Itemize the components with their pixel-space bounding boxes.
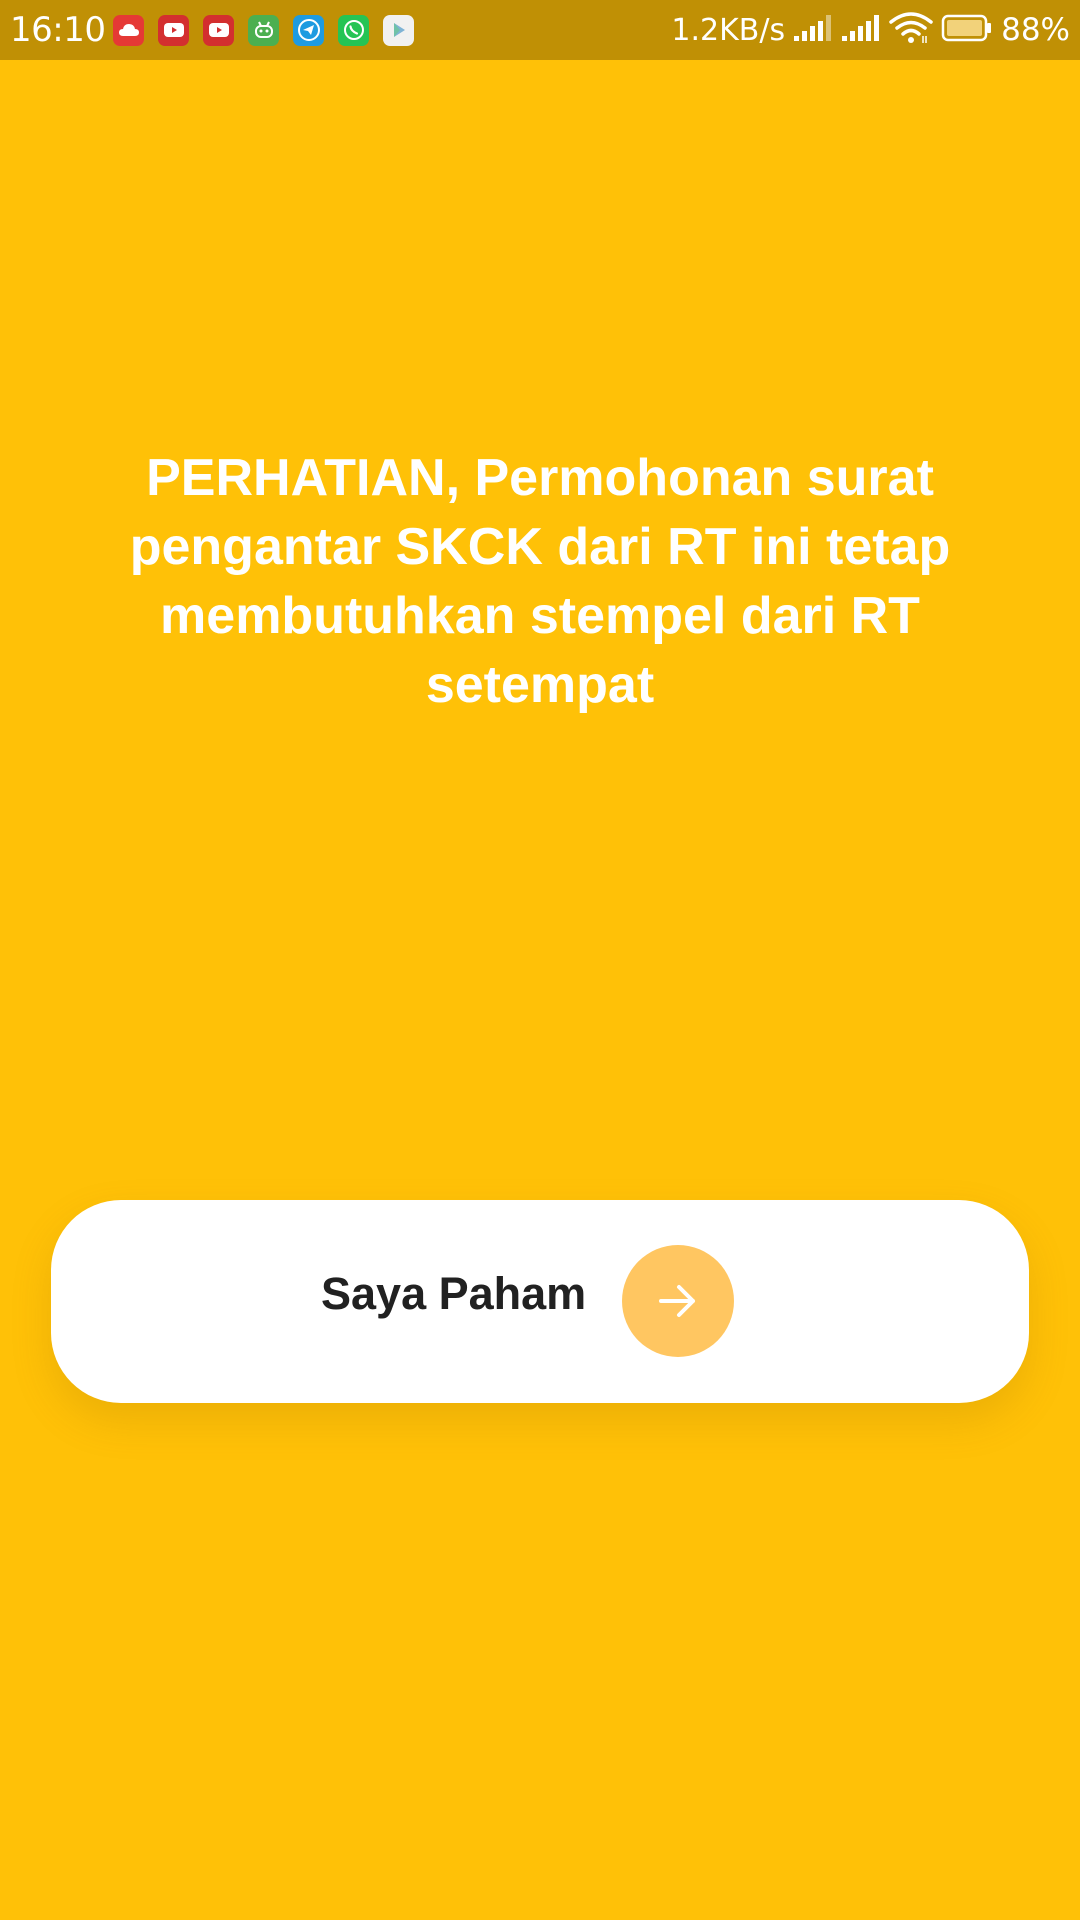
arrow-right-icon — [659, 1285, 695, 1317]
notice-message: PERHATIAN, Permohonan surat pengantar SK… — [129, 449, 951, 714]
status-time: 16:10 — [10, 10, 106, 50]
youtube-icon — [203, 14, 235, 46]
battery-icon — [941, 13, 993, 48]
battery-percent: 88% — [1001, 12, 1070, 48]
status-right: 1.2KB/s 88% — [671, 11, 1070, 49]
android-app-icon — [248, 14, 280, 46]
youtube-icon — [158, 14, 190, 46]
telegram-icon — [293, 14, 325, 46]
network-speed: 1.2KB/s — [671, 12, 786, 48]
cloud-app-icon — [113, 14, 145, 46]
confirm-button[interactable]: Saya Paham — [51, 1200, 1029, 1403]
confirm-button-label: Saya Paham — [321, 1268, 587, 1319]
notification-icons — [113, 14, 415, 46]
signal-strength-icon — [793, 14, 833, 47]
arrow-circle[interactable] — [622, 1245, 734, 1357]
play-store-icon — [383, 14, 415, 46]
wifi-icon — [889, 11, 933, 49]
whatsapp-icon — [338, 14, 370, 46]
status-bar: 16:10 1.2KB/s 88% — [0, 0, 1080, 60]
signal-strength-icon — [841, 14, 881, 47]
